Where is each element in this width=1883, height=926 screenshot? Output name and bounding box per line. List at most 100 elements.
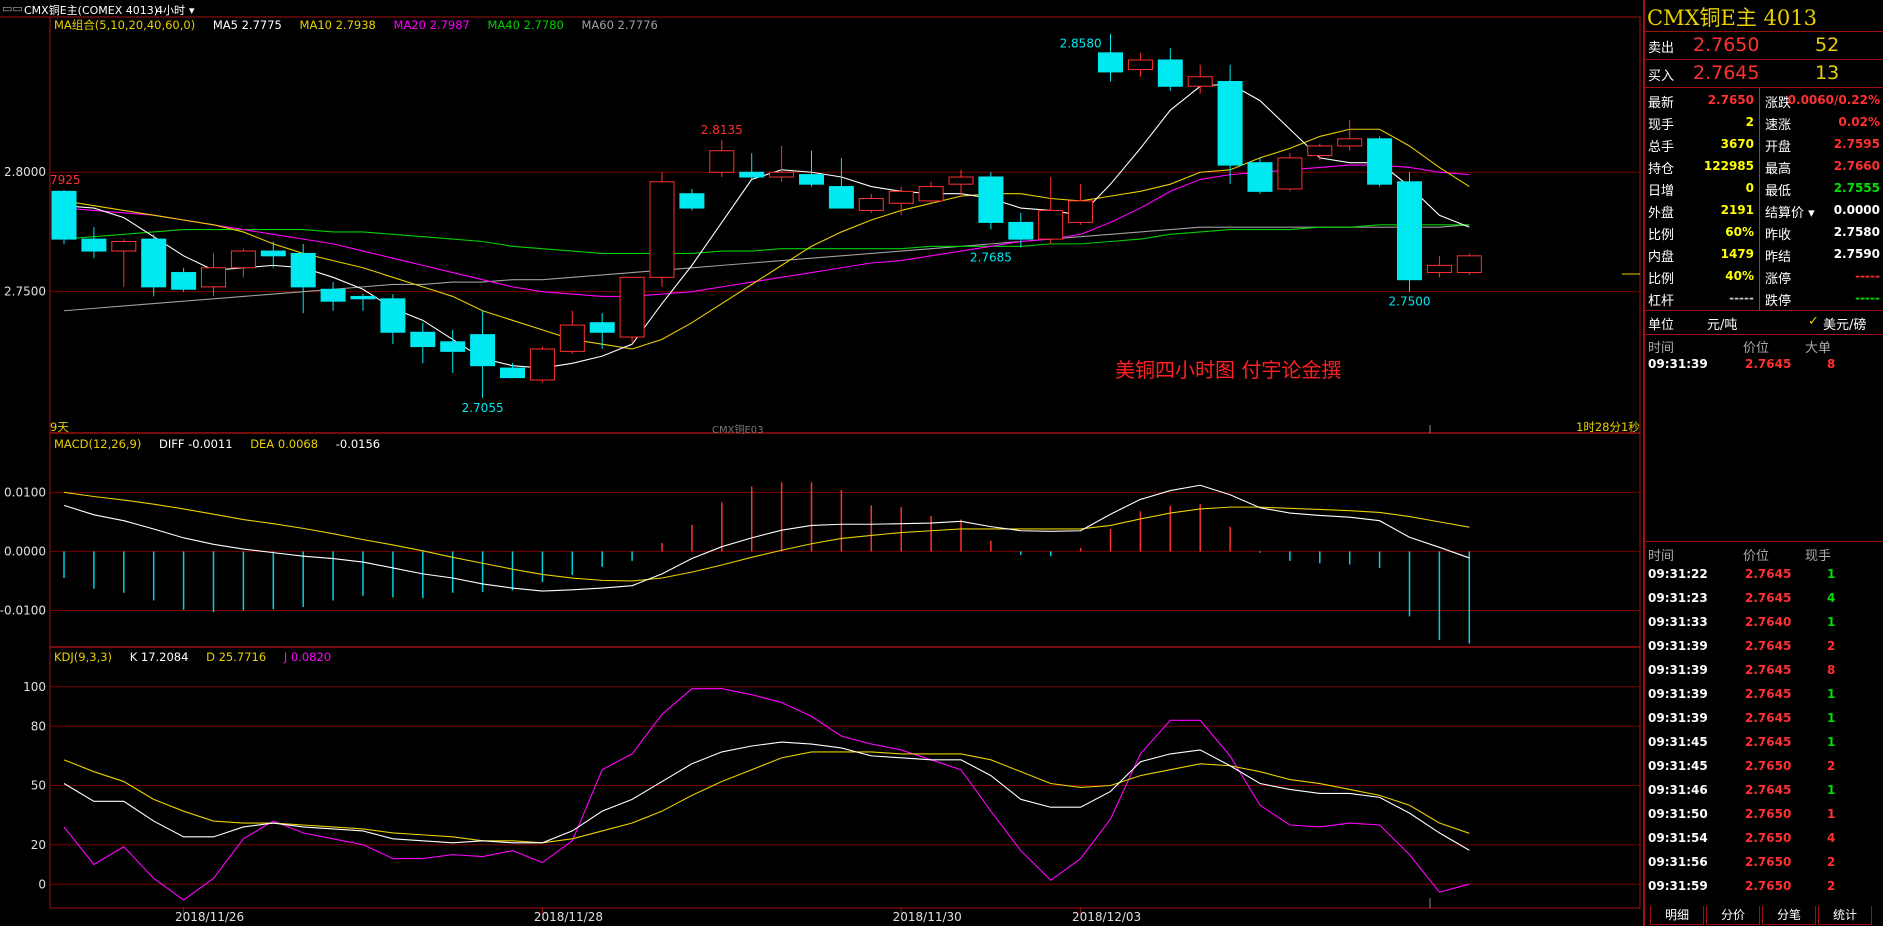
trade-row[interactable]: 09:31:39 2.7645 1	[1645, 682, 1883, 706]
macd-legend-name[interactable]: MACD(12,26,9)	[54, 437, 141, 451]
candle-body	[1247, 162, 1273, 192]
sell-label: 卖出	[1648, 41, 1675, 56]
big-trade-row[interactable]: 09:31:39 2.7645 8	[1645, 352, 1883, 376]
tab-ticks[interactable]: 分笔	[1762, 906, 1816, 925]
buy-row[interactable]: 买入 2.7645 13	[1645, 60, 1883, 86]
candle-body	[1426, 264, 1452, 274]
stat-left-label: 持仓	[1648, 162, 1675, 177]
trade-row[interactable]: 09:31:46 2.7645 1	[1645, 778, 1883, 802]
sell-row[interactable]: 卖出 2.7650 52	[1645, 32, 1883, 58]
macd-value: -0.0156	[335, 437, 381, 451]
stat-right-4: 最低 2.7555	[1765, 178, 1880, 199]
candle-body	[918, 186, 944, 202]
trade-price: 2.7645	[1745, 735, 1792, 749]
trade-time: 09:31:59	[1648, 879, 1708, 893]
diff-value: DIFF -0.0011	[159, 437, 233, 451]
x-tick-label: 2018/11/28	[534, 910, 603, 924]
buy-price: 2.7645	[1693, 62, 1760, 84]
trade-time: 09:31:23	[1648, 591, 1708, 605]
trade-row[interactable]: 09:31:23 2.7645 4	[1645, 586, 1883, 610]
stat-right-8: 涨停 -----	[1765, 266, 1880, 287]
stat-left-value: 2	[1745, 115, 1754, 129]
trade-time: 09:31:39	[1648, 663, 1708, 677]
symbol-title: CMX铜E主(COMEX 4013)	[24, 4, 159, 17]
candle-body	[1127, 59, 1153, 71]
ma-line-ma40	[63, 224, 1470, 254]
candle-body	[141, 238, 167, 288]
dea-value: DEA 0.0068	[250, 437, 319, 451]
trade-row[interactable]: 09:31:39 2.7645 8	[1645, 658, 1883, 682]
chart-area[interactable]: 2.7500 2.8000 7925 2.7055 2.8135 2.7685 2.8580…	[0, 0, 1643, 926]
stat-left-label: 现手	[1648, 118, 1675, 133]
tab-stats[interactable]: 统计	[1818, 906, 1872, 925]
candle-body	[858, 198, 884, 211]
stat-left-value: 0	[1745, 181, 1754, 195]
trade-row[interactable]: 09:31:59 2.7650 2	[1645, 874, 1883, 898]
trade-row[interactable]: 09:31:39 2.7645 1	[1645, 706, 1883, 730]
tab-detail[interactable]: 明细	[1650, 906, 1704, 925]
stat-right-label[interactable]: 结算价 ▾	[1765, 202, 1815, 221]
ma-line-ma5	[63, 83, 1470, 369]
ma-legend-name[interactable]: MA组合(5,10,20,40,60,0)	[54, 18, 195, 32]
chart-frame	[49, 16, 1641, 909]
candle-body	[978, 176, 1004, 223]
trade-row[interactable]: 09:31:56 2.7650 2	[1645, 850, 1883, 874]
trade-time: 09:31:39	[1648, 639, 1708, 653]
tab-price[interactable]: 分价	[1706, 906, 1760, 925]
trade-qty: 2	[1827, 855, 1836, 869]
stat-right-value: -----	[1855, 269, 1880, 283]
trade-row[interactable]: 09:31:45 2.7650 2	[1645, 754, 1883, 778]
window-icon[interactable]: ▭▭	[2, 2, 23, 15]
macd-line-diff	[63, 484, 1470, 592]
trade-row[interactable]: 09:31:54 2.7650 4	[1645, 826, 1883, 850]
candle-body	[1307, 145, 1333, 157]
kdj-legend-name[interactable]: KDJ(9,3,3)	[54, 650, 112, 664]
candle-body	[1397, 181, 1422, 281]
candle-body	[1277, 157, 1303, 190]
trade-row[interactable]: 09:31:22 2.7645 1	[1645, 562, 1883, 586]
candle-body	[679, 193, 705, 209]
candle-body	[1187, 76, 1213, 87]
candle-body	[559, 324, 585, 352]
trade-row[interactable]: 09:31:33 2.7640 1	[1645, 610, 1883, 634]
stat-right-9: 跌停 -----	[1765, 288, 1880, 309]
ma-line-ma60	[63, 224, 1470, 312]
stat-left-value: 1479	[1720, 247, 1754, 261]
stat-left-value: 40%	[1725, 269, 1754, 283]
trade-price: 2.7645	[1745, 567, 1792, 581]
stat-right-label: 最低	[1765, 184, 1792, 199]
trade-time: 09:31:45	[1648, 759, 1708, 773]
trade-time: 09:31:33	[1648, 615, 1708, 629]
stat-right-label: 最高	[1765, 162, 1792, 177]
candle-body	[350, 295, 376, 300]
trade-row[interactable]: 09:31:45 2.7645 1	[1645, 730, 1883, 754]
y-tick-label: 80	[31, 719, 46, 733]
candle-body	[1157, 59, 1183, 87]
period-selector[interactable]: 4小时 ▾	[156, 2, 195, 18]
trade-time: 09:31:46	[1648, 783, 1708, 797]
trade-price: 2.7650	[1745, 759, 1792, 773]
unit-option-usd[interactable]: 美元/磅	[1823, 314, 1866, 333]
price-label: 2.8135	[701, 123, 743, 137]
trade-row[interactable]: 09:31:39 2.7645 2	[1645, 634, 1883, 658]
candle-body	[948, 176, 974, 185]
stat-left-3: 持仓 122985	[1648, 156, 1754, 177]
unit-option-cny[interactable]: 元/吨	[1707, 314, 1737, 333]
buy-qty: 13	[1815, 62, 1840, 84]
chart-header: ▭▭ CMX铜E主(COMEX 4013) 4小时 ▾	[0, 0, 1640, 17]
macd-legend: MACD(12,26,9) DIFF -0.0011 DEA 0.0068 -0…	[54, 437, 394, 451]
candle-body	[81, 238, 107, 252]
stat-right-label: 昨结	[1765, 250, 1792, 265]
stat-left-label: 杠杆	[1648, 294, 1675, 309]
y-tick-label: 0.0100	[4, 485, 46, 499]
kdj-line-k	[63, 741, 1470, 851]
ma-legend: MA组合(5,10,20,40,60,0) MA5 2.7775 MA10 2.…	[54, 17, 672, 33]
price-label: 7925	[50, 173, 81, 187]
stat-right-value: 0.0000	[1833, 203, 1880, 217]
candle-body	[320, 288, 346, 302]
trade-price: 2.7645	[1745, 663, 1792, 677]
trade-row[interactable]: 09:31:50 2.7650 1	[1645, 802, 1883, 826]
candle-body	[739, 171, 765, 178]
candle-body	[171, 272, 197, 290]
candle-body	[828, 186, 854, 209]
